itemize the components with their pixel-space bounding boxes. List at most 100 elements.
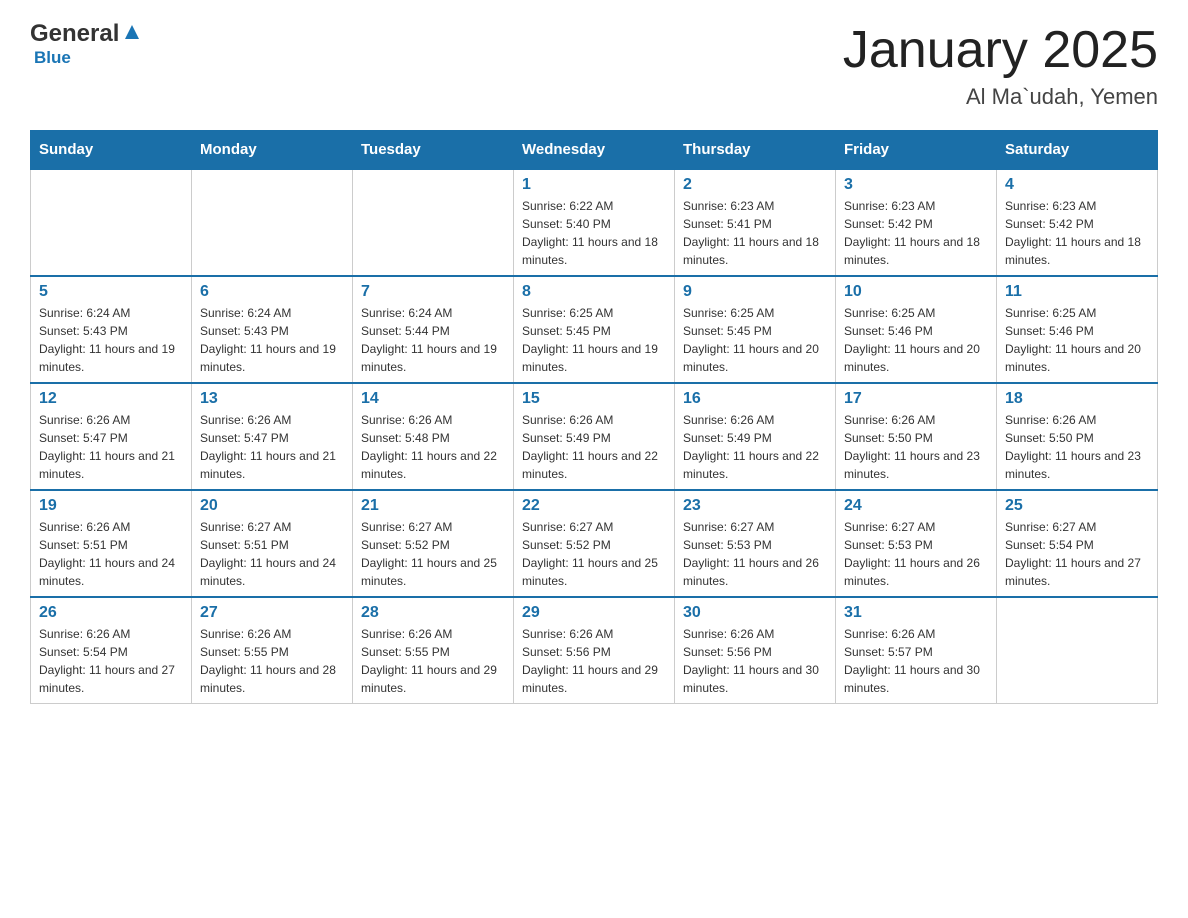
calendar-cell: 15 Sunrise: 6:26 AM Sunset: 5:49 PM Dayli…: [514, 383, 675, 490]
day-info: Sunrise: 6:26 AM Sunset: 5:51 PM Dayligh…: [39, 518, 183, 590]
calendar-subtitle: Al Ma`udah, Yemen: [843, 84, 1158, 110]
calendar-table: Sunday Monday Tuesday Wednesday Thursday…: [30, 130, 1158, 704]
day-number: 2: [683, 176, 827, 194]
day-info: Sunrise: 6:26 AM Sunset: 5:48 PM Dayligh…: [361, 411, 505, 483]
day-info: Sunrise: 6:24 AM Sunset: 5:43 PM Dayligh…: [200, 304, 344, 376]
day-info: Sunrise: 6:22 AM Sunset: 5:40 PM Dayligh…: [522, 197, 666, 269]
col-wednesday: Wednesday: [514, 131, 675, 170]
calendar-cell: 21 Sunrise: 6:27 AM Sunset: 5:52 PM Dayli…: [353, 490, 514, 597]
day-number: 5: [39, 283, 183, 301]
title-block: January 2025 Al Ma`udah, Yemen: [843, 20, 1158, 110]
col-friday: Friday: [836, 131, 997, 170]
day-number: 28: [361, 604, 505, 622]
calendar-cell: 3 Sunrise: 6:23 AM Sunset: 5:42 PM Daylig…: [836, 169, 997, 276]
calendar-cell: 12 Sunrise: 6:26 AM Sunset: 5:47 PM Dayli…: [31, 383, 192, 490]
day-info: Sunrise: 6:25 AM Sunset: 5:46 PM Dayligh…: [844, 304, 988, 376]
calendar-cell: [997, 597, 1158, 704]
calendar-cell: 8Sunrise: 6:25 AM Sunset: 5:45 PM Daylig…: [514, 276, 675, 383]
day-info: Sunrise: 6:27 AM Sunset: 5:51 PM Dayligh…: [200, 518, 344, 590]
calendar-header-row: Sunday Monday Tuesday Wednesday Thursday…: [31, 131, 1158, 170]
logo-general-text: General: [30, 20, 119, 48]
week-row-0: 1 Sunrise: 6:22 AM Sunset: 5:40 PM Daylig…: [31, 169, 1158, 276]
calendar-cell: [31, 169, 192, 276]
day-number: 23: [683, 497, 827, 515]
calendar-cell: 26Sunrise: 6:26 AM Sunset: 5:54 PM Dayli…: [31, 597, 192, 704]
day-number: 3: [844, 176, 988, 194]
calendar-cell: 27Sunrise: 6:26 AM Sunset: 5:55 PM Dayli…: [192, 597, 353, 704]
logo: General Blue: [30, 20, 143, 68]
calendar-cell: 1 Sunrise: 6:22 AM Sunset: 5:40 PM Daylig…: [514, 169, 675, 276]
day-number: 20: [200, 497, 344, 515]
day-info: Sunrise: 6:26 AM Sunset: 5:54 PM Dayligh…: [39, 625, 183, 697]
day-info: Sunrise: 6:26 AM Sunset: 5:50 PM Dayligh…: [1005, 411, 1149, 483]
week-row-2: 12 Sunrise: 6:26 AM Sunset: 5:47 PM Dayli…: [31, 383, 1158, 490]
day-info: Sunrise: 6:26 AM Sunset: 5:49 PM Dayligh…: [522, 411, 666, 483]
col-sunday: Sunday: [31, 131, 192, 170]
col-thursday: Thursday: [675, 131, 836, 170]
calendar-cell: 6 Sunrise: 6:24 AM Sunset: 5:43 PM Daylig…: [192, 276, 353, 383]
day-info: Sunrise: 6:23 AM Sunset: 5:42 PM Dayligh…: [1005, 197, 1149, 269]
day-number: 10: [844, 283, 988, 301]
logo-blue-text: Blue: [34, 48, 71, 68]
day-number: 17: [844, 390, 988, 408]
day-number: 1: [522, 176, 666, 194]
day-info: Sunrise: 6:23 AM Sunset: 5:42 PM Dayligh…: [844, 197, 988, 269]
calendar-cell: 5 Sunrise: 6:24 AM Sunset: 5:43 PM Daylig…: [31, 276, 192, 383]
day-number: 19: [39, 497, 183, 515]
day-info: Sunrise: 6:27 AM Sunset: 5:54 PM Dayligh…: [1005, 518, 1149, 590]
calendar-cell: 31Sunrise: 6:26 AM Sunset: 5:57 PM Dayli…: [836, 597, 997, 704]
day-number: 11: [1005, 283, 1149, 301]
day-number: 15: [522, 390, 666, 408]
day-number: 14: [361, 390, 505, 408]
day-number: 29: [522, 604, 666, 622]
day-info: Sunrise: 6:26 AM Sunset: 5:56 PM Dayligh…: [683, 625, 827, 697]
day-info: Sunrise: 6:27 AM Sunset: 5:53 PM Dayligh…: [683, 518, 827, 590]
day-number: 18: [1005, 390, 1149, 408]
calendar-cell: 22 Sunrise: 6:27 AM Sunset: 5:52 PM Dayli…: [514, 490, 675, 597]
day-number: 24: [844, 497, 988, 515]
day-number: 25: [1005, 497, 1149, 515]
calendar-cell: 9 Sunrise: 6:25 AM Sunset: 5:45 PM Daylig…: [675, 276, 836, 383]
calendar-cell: 17Sunrise: 6:26 AM Sunset: 5:50 PM Dayli…: [836, 383, 997, 490]
calendar-cell: 29 Sunrise: 6:26 AM Sunset: 5:56 PM Dayli…: [514, 597, 675, 704]
calendar-cell: 30 Sunrise: 6:26 AM Sunset: 5:56 PM Dayli…: [675, 597, 836, 704]
week-row-4: 26Sunrise: 6:26 AM Sunset: 5:54 PM Dayli…: [31, 597, 1158, 704]
logo-triangle-icon: [121, 21, 143, 43]
page-header: General Blue January 2025 Al Ma`udah, Ye…: [30, 20, 1158, 110]
day-number: 12: [39, 390, 183, 408]
day-info: Sunrise: 6:26 AM Sunset: 5:55 PM Dayligh…: [361, 625, 505, 697]
day-number: 22: [522, 497, 666, 515]
calendar-cell: 4Sunrise: 6:23 AM Sunset: 5:42 PM Daylig…: [997, 169, 1158, 276]
calendar-cell: 18 Sunrise: 6:26 AM Sunset: 5:50 PM Dayli…: [997, 383, 1158, 490]
calendar-title: January 2025: [843, 20, 1158, 80]
week-row-1: 5 Sunrise: 6:24 AM Sunset: 5:43 PM Daylig…: [31, 276, 1158, 383]
day-number: 13: [200, 390, 344, 408]
calendar-cell: 14 Sunrise: 6:26 AM Sunset: 5:48 PM Dayli…: [353, 383, 514, 490]
day-info: Sunrise: 6:27 AM Sunset: 5:52 PM Dayligh…: [361, 518, 505, 590]
day-info: Sunrise: 6:24 AM Sunset: 5:44 PM Dayligh…: [361, 304, 505, 376]
day-number: 30: [683, 604, 827, 622]
day-number: 6: [200, 283, 344, 301]
day-number: 9: [683, 283, 827, 301]
day-info: Sunrise: 6:26 AM Sunset: 5:47 PM Dayligh…: [39, 411, 183, 483]
calendar-cell: 10 Sunrise: 6:25 AM Sunset: 5:46 PM Dayli…: [836, 276, 997, 383]
day-info: Sunrise: 6:25 AM Sunset: 5:45 PM Dayligh…: [683, 304, 827, 376]
calendar-cell: 23 Sunrise: 6:27 AM Sunset: 5:53 PM Dayli…: [675, 490, 836, 597]
day-number: 31: [844, 604, 988, 622]
calendar-cell: 16Sunrise: 6:26 AM Sunset: 5:49 PM Dayli…: [675, 383, 836, 490]
day-info: Sunrise: 6:27 AM Sunset: 5:52 PM Dayligh…: [522, 518, 666, 590]
col-monday: Monday: [192, 131, 353, 170]
calendar-cell: 24Sunrise: 6:27 AM Sunset: 5:53 PM Dayli…: [836, 490, 997, 597]
calendar-cell: 7Sunrise: 6:24 AM Sunset: 5:44 PM Daylig…: [353, 276, 514, 383]
day-info: Sunrise: 6:24 AM Sunset: 5:43 PM Dayligh…: [39, 304, 183, 376]
calendar-cell: [353, 169, 514, 276]
calendar-cell: 28 Sunrise: 6:26 AM Sunset: 5:55 PM Dayli…: [353, 597, 514, 704]
day-number: 21: [361, 497, 505, 515]
day-info: Sunrise: 6:26 AM Sunset: 5:55 PM Dayligh…: [200, 625, 344, 697]
day-number: 16: [683, 390, 827, 408]
day-info: Sunrise: 6:25 AM Sunset: 5:46 PM Dayligh…: [1005, 304, 1149, 376]
day-info: Sunrise: 6:25 AM Sunset: 5:45 PM Dayligh…: [522, 304, 666, 376]
day-info: Sunrise: 6:26 AM Sunset: 5:47 PM Dayligh…: [200, 411, 344, 483]
day-info: Sunrise: 6:26 AM Sunset: 5:56 PM Dayligh…: [522, 625, 666, 697]
calendar-cell: 11 Sunrise: 6:25 AM Sunset: 5:46 PM Dayli…: [997, 276, 1158, 383]
